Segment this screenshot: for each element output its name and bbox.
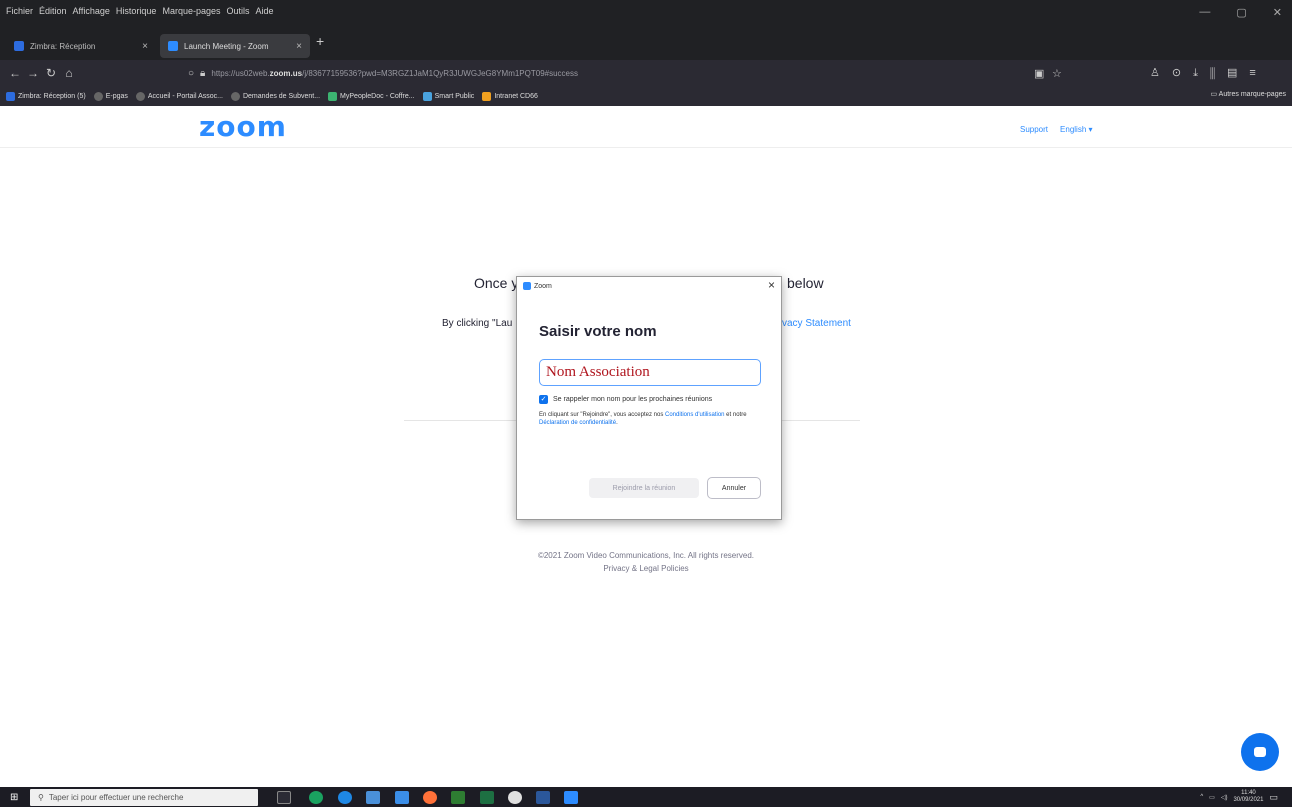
close-tab-icon[interactable]: ×: [296, 41, 302, 52]
new-tab-icon[interactable]: +: [316, 33, 324, 49]
notification-icon[interactable]: ▭: [1269, 792, 1278, 803]
launch-message: Once y: [474, 275, 519, 291]
home-icon[interactable]: ⌂: [60, 66, 78, 80]
terms-link[interactable]: Conditions d'utilisation: [665, 412, 725, 418]
close-icon[interactable]: ×: [768, 278, 775, 292]
smart-public-icon: [422, 91, 432, 101]
globe-icon: [135, 91, 145, 101]
zimbra-icon: [14, 41, 24, 51]
zimbra-icon: [6, 91, 15, 101]
store-icon[interactable]: [395, 791, 409, 804]
dialog-titlebar: Zoom: [523, 282, 552, 290]
launch-message-tail: below: [787, 275, 824, 291]
browser-menubar: Fichier Édition Affichage Historique Mar…: [0, 0, 1292, 30]
tab-zimbra[interactable]: Zimbra: Réception ×: [6, 34, 156, 58]
support-link[interactable]: Support: [1020, 125, 1048, 134]
legal-policies-link[interactable]: Privacy & Legal Policies: [0, 562, 1292, 575]
menu-affichage[interactable]: Affichage: [73, 6, 110, 16]
dialog-title: Zoom: [534, 282, 552, 290]
zoom-tab-icon: [168, 41, 178, 51]
search-placeholder: Taper ici pour effectuer une recherche: [48, 793, 184, 802]
zoom-taskbar-icon[interactable]: [564, 791, 578, 804]
tab-zoom[interactable]: Launch Meeting - Zoom ×: [160, 34, 310, 58]
clock[interactable]: 11:40 30/09/2021: [1233, 790, 1263, 804]
dialog-heading: Saisir votre nom: [539, 323, 657, 340]
tab-label: Launch Meeting - Zoom: [184, 41, 269, 51]
bookmark-item[interactable]: Zimbra: Réception (5): [6, 91, 86, 101]
chat-button[interactable]: [1241, 733, 1279, 771]
privacy-link[interactable]: Déclaration de confidentialité: [539, 420, 616, 426]
bookmark-item[interactable]: Intranet CD66: [482, 91, 538, 101]
bookmarks-bar: Zimbra: Réception (5) E-pgas Accueil - P…: [0, 86, 1292, 106]
remember-checkbox[interactable]: ✓: [539, 395, 548, 404]
zoom-app-icon: [523, 282, 531, 290]
menu-outils[interactable]: Outils: [227, 6, 250, 16]
firefox-icon[interactable]: [423, 791, 437, 804]
intranet-icon: [482, 91, 492, 101]
taskbar-search[interactable]: ⚲ Taper ici pour effectuer une recherche: [30, 789, 258, 806]
file-explorer-icon[interactable]: [366, 791, 380, 804]
remember-label: Se rappeler mon nom pour les prochaines …: [553, 396, 713, 403]
remember-name-row[interactable]: ✓ Se rappeler mon nom pour les prochaine…: [539, 395, 712, 404]
chat-icon: [1254, 747, 1266, 757]
language-select[interactable]: English ▾: [1060, 125, 1092, 134]
task-view-icon[interactable]: [277, 791, 291, 804]
excel-icon[interactable]: [480, 791, 494, 804]
folder-icon: ▭: [1210, 91, 1219, 98]
search-icon: ⚲: [38, 793, 44, 802]
url-text: https://us02web.zoom.us/j/83677159536?pw…: [211, 68, 578, 78]
bookmark-item[interactable]: Smart Public: [422, 91, 474, 101]
terms-text: En cliquant sur "Rejoindre", vous accept…: [539, 412, 747, 426]
globe-icon: [230, 91, 240, 101]
join-meeting-button[interactable]: Rejoindre la réunion: [589, 478, 699, 498]
close-window-icon[interactable]: ✕: [1273, 6, 1282, 19]
chevron-up-icon[interactable]: ^: [1200, 794, 1203, 800]
terms-notice: By clicking "Lau: [442, 318, 513, 329]
menu-edition[interactable]: Édition: [39, 6, 67, 16]
zoom-logo[interactable]: zoom: [199, 110, 287, 143]
bookmark-item[interactable]: MyPeopleDoc - Coffre...: [328, 91, 415, 101]
bookmark-item[interactable]: E-pgas: [93, 91, 128, 101]
volume-icon[interactable]: ◁): [1221, 794, 1228, 801]
tab-label: Zimbra: Réception: [30, 41, 96, 51]
reload-icon[interactable]: ↻: [42, 66, 60, 80]
shield-icon: ○: [188, 67, 195, 79]
name-input[interactable]: [539, 359, 761, 386]
windows-start-icon[interactable]: ⊞: [10, 792, 18, 803]
lock-icon: 🔒︎: [200, 67, 206, 79]
footer: ©2021 Zoom Video Communications, Inc. Al…: [0, 549, 1292, 575]
chrome-icon[interactable]: [309, 791, 323, 804]
bookmark-item[interactable]: Demandes de Subvent...: [230, 91, 320, 101]
app-icon[interactable]: [451, 791, 465, 804]
zoom-header: [0, 106, 1292, 148]
word-icon[interactable]: [536, 791, 550, 804]
menu-historique[interactable]: Historique: [116, 6, 157, 16]
copyright-text: ©2021 Zoom Video Communications, Inc. Al…: [537, 551, 755, 560]
app-icon[interactable]: [508, 791, 522, 804]
globe-icon: [93, 91, 103, 101]
other-bookmarks[interactable]: ▭ Autres marque-pages: [1210, 90, 1286, 98]
menu-marque-pages[interactable]: Marque-pages: [162, 6, 220, 16]
cancel-button[interactable]: Annuler: [707, 477, 761, 499]
bookmark-item[interactable]: Accueil - Portail Assoc...: [135, 91, 223, 101]
forward-icon[interactable]: →: [24, 66, 42, 80]
privacy-statement-link[interactable]: vacy Statement: [782, 318, 851, 329]
system-tray: ^ ▭ ◁) 11:40 30/09/2021 ▭: [1200, 790, 1278, 804]
menu-aide[interactable]: Aide: [256, 6, 274, 16]
maximize-icon[interactable]: ▢: [1236, 6, 1246, 19]
minimize-icon[interactable]: —: [1199, 6, 1210, 19]
enter-name-dialog: Zoom × Saisir votre nom ✓ Se rappeler mo…: [516, 276, 782, 520]
tab-bar: Zimbra: Réception × Launch Meeting - Zoo…: [0, 30, 1292, 60]
edge-icon[interactable]: [338, 791, 352, 804]
url-bar[interactable]: ○ 🔒︎ https://us02web.zoom.us/j/836771595…: [180, 62, 1070, 84]
menu-fichier[interactable]: Fichier: [6, 6, 33, 16]
mypeopledoc-icon: [328, 91, 338, 101]
network-icon[interactable]: ▭: [1209, 794, 1215, 801]
toolbar-icons[interactable]: ♙⊙⤓⫼▤≡: [1150, 66, 1268, 80]
back-icon[interactable]: ←: [6, 66, 24, 80]
close-tab-icon[interactable]: ×: [142, 41, 148, 52]
